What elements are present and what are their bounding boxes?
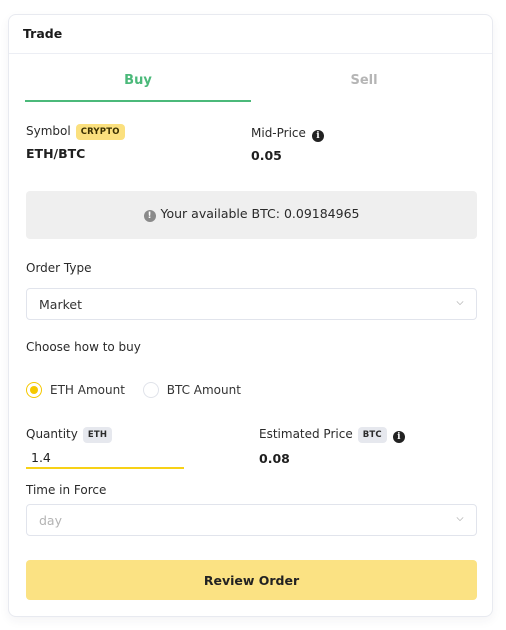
mid-price-label: Mid-Price <box>251 126 306 140</box>
order-type-select[interactable]: Market <box>26 288 477 320</box>
symbol-value: ETH/BTC <box>26 146 86 161</box>
tab-buy-label: Buy <box>124 73 152 88</box>
mid-price-field: Mid-Price i 0.05 <box>251 122 324 163</box>
chevron-down-icon <box>456 301 464 306</box>
buy-method-label: Choose how to buy <box>26 340 141 354</box>
eth-badge: ETH <box>82 427 113 443</box>
quantity-input[interactable] <box>26 447 184 469</box>
estimated-price-value: 0.08 <box>259 451 290 466</box>
quantity-field: Quantity ETH <box>26 423 184 469</box>
time-in-force-placeholder: day <box>39 513 62 528</box>
crypto-badge: CRYPTO <box>75 124 125 140</box>
review-order-button[interactable]: Review Order <box>26 560 477 600</box>
estimated-price-field: Estimated Price BTC i 0.08 <box>259 423 405 466</box>
time-in-force-select[interactable]: day <box>26 504 477 536</box>
radio-unchecked-icon <box>142 382 159 398</box>
available-balance-text: Your available BTC: 0.09184965 <box>160 206 360 221</box>
active-tab-indicator <box>25 100 251 102</box>
radio-btc-amount-label: BTC Amount <box>166 383 241 397</box>
symbol-label: Symbol <box>26 124 71 138</box>
buy-sell-tabs: Buy Sell <box>25 68 477 103</box>
tab-sell-label: Sell <box>350 73 378 88</box>
time-in-force-label: Time in Force <box>26 483 107 497</box>
mid-price-value: 0.05 <box>251 148 282 163</box>
quantity-label: Quantity <box>26 427 78 441</box>
radio-eth-amount[interactable]: ETH Amount <box>26 382 125 398</box>
order-type-label: Order Type <box>26 261 92 275</box>
estimated-price-label: Estimated Price <box>259 427 353 441</box>
tab-sell[interactable]: Sell <box>251 68 477 103</box>
radio-btc-amount[interactable]: BTC Amount <box>142 382 241 398</box>
chevron-down-icon <box>456 517 464 522</box>
tab-buy[interactable]: Buy <box>25 68 251 103</box>
card-title: Trade <box>9 15 492 54</box>
symbol-field: Symbol CRYPTO ETH/BTC <box>26 120 125 161</box>
order-type-value: Market <box>39 297 82 312</box>
buy-method-radio-group: ETH Amount BTC Amount <box>26 382 255 401</box>
btc-badge: BTC <box>357 427 387 443</box>
info-icon[interactable]: i <box>392 431 405 443</box>
radio-eth-amount-label: ETH Amount <box>50 383 125 397</box>
radio-checked-icon <box>26 382 42 398</box>
trade-card: Trade Buy Sell Symbol CRYPTO ETH/BTC Mid-… <box>8 14 493 617</box>
available-balance-alert: ! Your available BTC: 0.09184965 <box>26 191 477 239</box>
exclamation-circle-icon: ! <box>143 210 156 222</box>
info-icon[interactable]: i <box>311 130 324 142</box>
